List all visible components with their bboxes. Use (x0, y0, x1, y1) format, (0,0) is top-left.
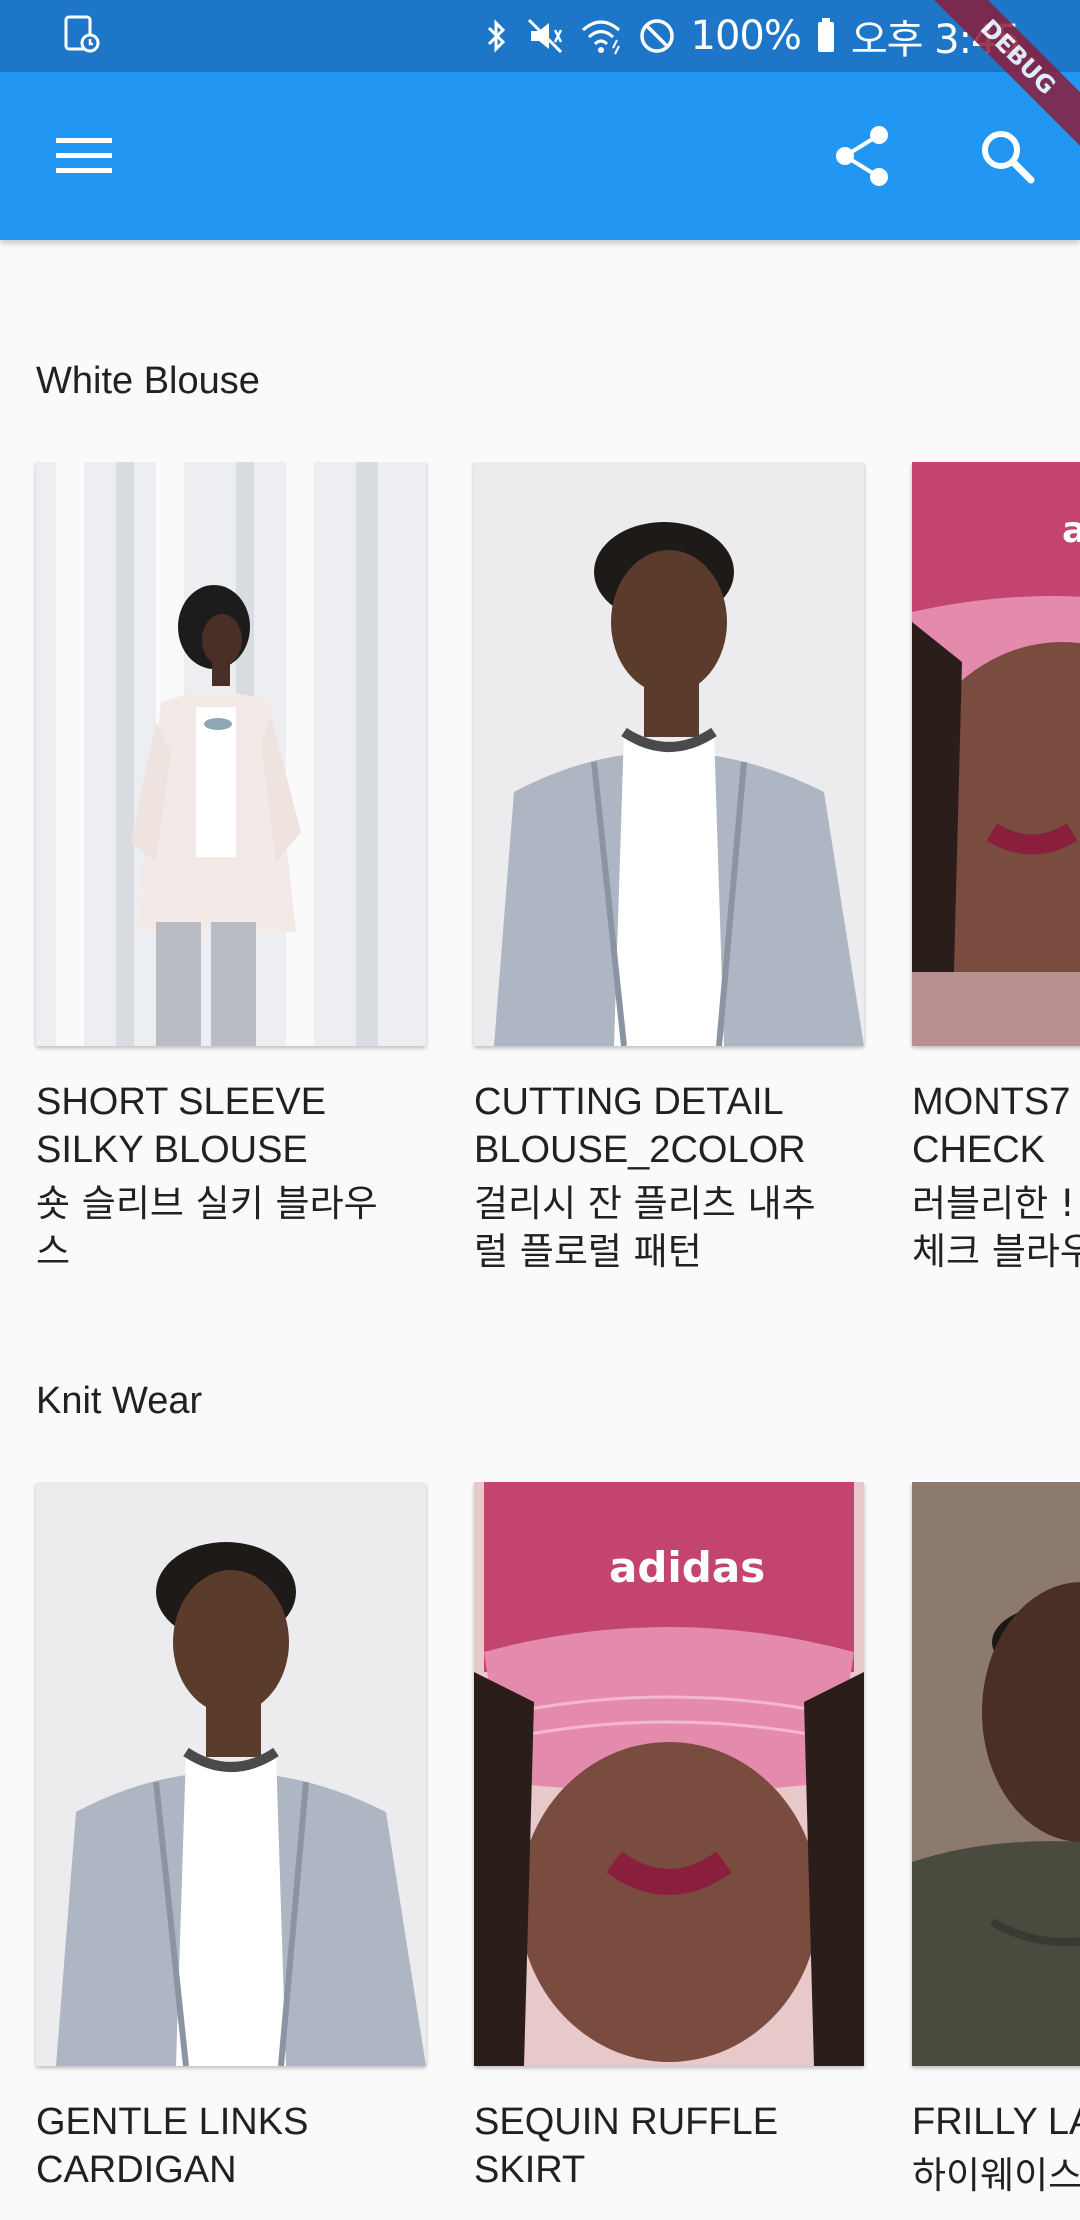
share-button[interactable] (815, 108, 911, 204)
share-icon (836, 126, 888, 186)
product-image: adidas (474, 1482, 864, 2066)
product-subtitle: 걸리시 잔 플리츠 내추 럴 플로럴 패턴 (474, 1182, 816, 1273)
wifi-icon (579, 16, 623, 56)
search-button[interactable] (959, 108, 1055, 204)
status-bar: 100% 오후 3:45 (0, 0, 1080, 72)
product-image (912, 1482, 1080, 2066)
product-image (36, 1482, 426, 2066)
product-card[interactable]: FRILLY LA 하이웨이스 (912, 1482, 1080, 2200)
product-row-knit-wear[interactable]: GENTLE LINKS CARDIGAN adidas SEQUIN RUFF… (0, 1482, 1080, 2220)
svg-text:adi: adi (1062, 510, 1080, 551)
product-card[interactable]: GENTLE LINKS CARDIGAN (36, 1482, 426, 2194)
product-title: SHORT SLEEVE SILKY BLOUSE (36, 1081, 327, 1171)
product-subtitle: 숏 슬리브 실키 블라우 스 (36, 1182, 378, 1273)
section-title-white-blouse: White Blouse (36, 360, 260, 402)
product-row-white-blouse[interactable]: SHORT SLEEVE SILKY BLOUSE 숏 슬리브 실키 블라우 스… (0, 462, 1080, 1282)
product-image (474, 462, 864, 1046)
menu-button[interactable] (36, 108, 132, 204)
do-not-disturb-icon (637, 16, 677, 56)
product-title: MONTS7 CHECK (912, 1081, 1071, 1171)
mute-icon (525, 16, 565, 56)
battery-percent: 100% (690, 13, 802, 59)
product-image (36, 462, 426, 1046)
svg-text:adidas: adidas (609, 1543, 765, 1592)
product-title: GENTLE LINKS CARDIGAN (36, 2101, 309, 2191)
product-subtitle: 러블리한 ! 체크 블라우 (912, 1182, 1080, 1273)
menu-icon (56, 138, 112, 173)
product-title: FRILLY LA (912, 2101, 1080, 2143)
product-image: adi (912, 462, 1080, 1046)
product-card[interactable]: adi MONTS7 CHECK 러블리한 ! 체크 블라우 (912, 462, 1080, 1276)
product-title: SEQUIN RUFFLE SKIRT (474, 2101, 779, 2191)
product-card[interactable]: SHORT SLEEVE SILKY BLOUSE 숏 슬리브 실키 블라우 스 (36, 462, 426, 1276)
product-card[interactable]: CUTTING DETAIL BLOUSE_2COLOR 걸리시 잔 플리츠 내… (474, 462, 864, 1276)
bluetooth-icon (483, 16, 511, 56)
screenshot-icon (62, 14, 102, 54)
app-bar (0, 72, 1080, 240)
product-card[interactable]: adidas SEQUIN RUFFLE SKIRT (474, 1482, 864, 2194)
section-title-knit-wear: Knit Wear (36, 1380, 203, 1422)
product-title: CUTTING DETAIL BLOUSE_2COLOR (474, 1081, 806, 1171)
search-icon (982, 131, 1035, 184)
product-subtitle: 하이웨이스 (912, 2154, 1080, 2197)
battery-icon (815, 16, 837, 56)
